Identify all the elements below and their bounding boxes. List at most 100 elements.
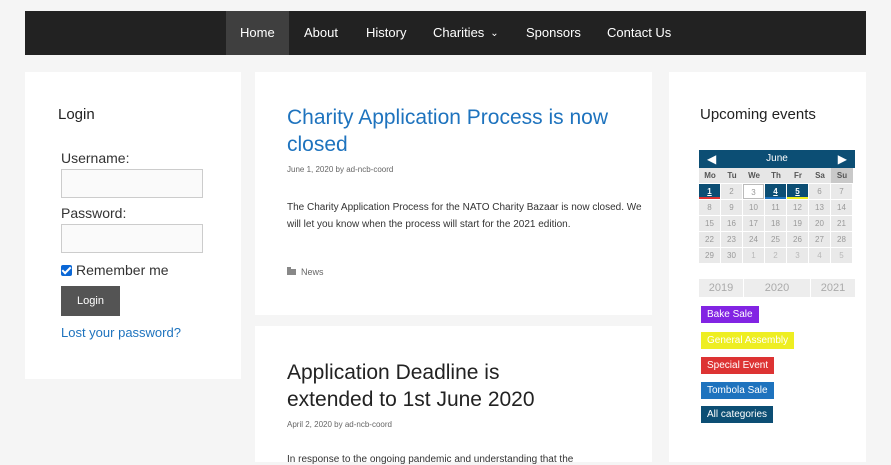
- remember-me[interactable]: Remember me: [61, 262, 169, 278]
- calendar-day: 17: [743, 216, 764, 231]
- post-excerpt: In response to the ongoing pandemic and …: [287, 454, 574, 465]
- calendar-day: 24: [743, 232, 764, 247]
- event-marker: [787, 197, 808, 199]
- day-number: 4: [773, 187, 778, 196]
- calendar-week: 8 9 10 11 12 13 14: [699, 200, 855, 216]
- post-category-label: News: [301, 267, 324, 277]
- calendar-grid: 1 2 3 4 5 6 7 8 9 10 11 12 13 14 15 16 1…: [699, 184, 855, 264]
- category-general-assembly[interactable]: General Assembly: [701, 332, 795, 349]
- post-excerpt: The Charity Application Process for the …: [287, 202, 642, 230]
- weekday-label: Mo: [699, 168, 721, 183]
- lost-password-link[interactable]: Lost your password?: [61, 325, 181, 340]
- year-current: 2020: [744, 279, 810, 297]
- weekday-label: We: [743, 168, 765, 183]
- password-input[interactable]: [61, 224, 203, 253]
- event-marker: [765, 197, 786, 199]
- category-special-event[interactable]: Special Event: [701, 357, 775, 374]
- event-marker: [699, 197, 720, 199]
- calendar-day: 9: [721, 200, 742, 215]
- calendar-day: 26: [787, 232, 808, 247]
- nav-history[interactable]: History: [366, 11, 406, 55]
- calendar-day-event[interactable]: 5: [787, 184, 808, 199]
- post-by: by: [334, 420, 343, 429]
- calendar-day: 22: [699, 232, 720, 247]
- calendar-day: 27: [809, 232, 830, 247]
- post-meta: June 1, 2020 by ad-ncb-coord: [287, 165, 393, 174]
- year-next[interactable]: 2021: [811, 279, 855, 297]
- nav-charities-label: Charities: [433, 25, 485, 40]
- events-widget: [669, 72, 866, 462]
- nav-about[interactable]: About: [304, 11, 338, 55]
- calendar-week: 29 30 1 2 3 4 5: [699, 248, 855, 264]
- calendar-header: June ◀ ▶: [699, 150, 855, 168]
- category-tombola-sale[interactable]: Tombola Sale: [701, 382, 774, 399]
- calendar-day: 21: [831, 216, 852, 231]
- calendar-day-event[interactable]: 1: [699, 184, 720, 199]
- prev-month-icon[interactable]: ◀: [707, 150, 716, 168]
- weekday-label: Sa: [809, 168, 831, 183]
- top-navigation: Home About History Charities ⌄ Sponsors C…: [25, 11, 866, 55]
- events-title: Upcoming events: [700, 106, 816, 123]
- calendar-day: 20: [809, 216, 830, 231]
- username-label: Username:: [61, 150, 130, 166]
- weekday-label: Th: [765, 168, 787, 183]
- calendar-day: 30: [721, 248, 742, 263]
- calendar-day: 12: [787, 200, 808, 215]
- calendar-day-next-month: 2: [765, 248, 786, 263]
- calendar-day: 18: [765, 216, 786, 231]
- nav-charities[interactable]: Charities ⌄: [433, 11, 499, 55]
- calendar-day: 15: [699, 216, 720, 231]
- category-all[interactable]: All categories: [701, 406, 774, 423]
- post-author[interactable]: ad-ncb-coord: [346, 165, 393, 174]
- calendar-day: 10: [743, 200, 764, 215]
- password-label: Password:: [61, 205, 127, 221]
- calendar-day: 2: [721, 184, 742, 199]
- calendar-day: 14: [831, 200, 852, 215]
- post-title-link[interactable]: Charity Application Process is now close…: [287, 104, 627, 158]
- post-title[interactable]: Application Deadline is extended to 1st …: [287, 359, 587, 413]
- post-date[interactable]: April 2, 2020: [287, 420, 332, 429]
- username-input[interactable]: [61, 169, 203, 198]
- calendar-day: 7: [831, 184, 852, 199]
- login-button[interactable]: Login: [61, 286, 120, 316]
- nav-home[interactable]: Home: [226, 11, 289, 55]
- calendar-day: 11: [765, 200, 786, 215]
- nav-contact-us[interactable]: Contact Us: [607, 11, 671, 55]
- calendar-week: 1 2 3 4 5 6 7: [699, 184, 855, 200]
- day-number: 5: [795, 187, 800, 196]
- calendar-day-next-month: 1: [743, 248, 764, 263]
- weekday-label: Fr: [787, 168, 809, 183]
- calendar-weekdays: Mo Tu We Th Fr Sa Su: [699, 168, 855, 183]
- calendar-day: 28: [831, 232, 852, 247]
- calendar-week: 15 16 17 18 19 20 21: [699, 216, 855, 232]
- category-bake-sale[interactable]: Bake Sale: [701, 306, 759, 323]
- year-prev[interactable]: 2019: [699, 279, 743, 297]
- weekday-label: Su: [831, 168, 853, 183]
- calendar-day: 19: [787, 216, 808, 231]
- calendar-day: 13: [809, 200, 830, 215]
- post-category[interactable]: News: [287, 267, 324, 277]
- weekday-label: Tu: [721, 168, 743, 183]
- calendar-day-today: 3: [743, 184, 764, 199]
- calendar-day: 6: [809, 184, 830, 199]
- post-meta: April 2, 2020 by ad-ncb-coord: [287, 420, 392, 429]
- calendar-day: 16: [721, 216, 742, 231]
- calendar-day-event[interactable]: 4: [765, 184, 786, 199]
- day-number: 1: [707, 187, 712, 196]
- remember-me-checkbox[interactable]: [61, 264, 72, 276]
- calendar-month: June: [766, 153, 788, 164]
- calendar-years: 2019 2020 2021: [699, 279, 855, 297]
- folder-icon: [287, 267, 296, 275]
- calendar-day-next-month: 3: [787, 248, 808, 263]
- chevron-down-icon: ⌄: [490, 28, 499, 39]
- calendar-day: 8: [699, 200, 720, 215]
- post-date[interactable]: June 1, 2020: [287, 165, 333, 174]
- next-month-icon[interactable]: ▶: [838, 150, 847, 168]
- calendar-day-next-month: 5: [831, 248, 852, 263]
- calendar-week: 22 23 24 25 26 27 28: [699, 232, 855, 248]
- calendar-day-next-month: 4: [809, 248, 830, 263]
- calendar-day: 29: [699, 248, 720, 263]
- nav-sponsors[interactable]: Sponsors: [526, 11, 581, 55]
- remember-me-label: Remember me: [76, 262, 169, 278]
- post-author[interactable]: ad-ncb-coord: [345, 420, 392, 429]
